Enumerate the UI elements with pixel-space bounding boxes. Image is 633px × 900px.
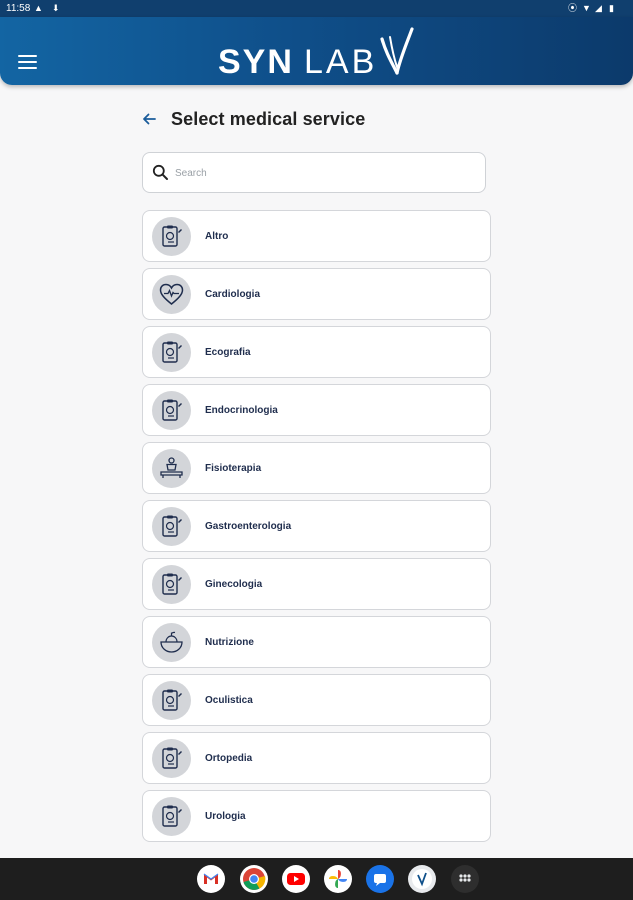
clipboard-icon <box>162 225 182 247</box>
service-label: Ginecologia <box>205 579 263 590</box>
service-item-fisioterapia[interactable]: Fisioterapia <box>142 442 491 494</box>
logo-text-bold: SYN <box>218 43 294 81</box>
signal-icon: ◢ <box>595 3 602 13</box>
service-label: Ortopedia <box>205 753 253 764</box>
location-icon: ⦿ <box>568 3 578 13</box>
download-icon: ⬇ <box>52 3 60 13</box>
app-bar: SYN LAB <box>0 17 633 85</box>
chrome-icon[interactable] <box>240 865 268 893</box>
service-label: Nutrizione <box>205 637 254 648</box>
service-item-oculistica[interactable]: Oculistica <box>142 674 491 726</box>
synlab-app-icon[interactable] <box>408 865 436 893</box>
clipboard-icon <box>162 515 182 537</box>
service-label: Urologia <box>205 811 246 822</box>
alert-triangle-icon: ▲ <box>34 3 43 13</box>
gmail-icon[interactable] <box>197 865 225 893</box>
photos-icon[interactable] <box>324 865 352 893</box>
battery-icon: ▮ <box>609 3 614 13</box>
service-avatar <box>152 681 191 720</box>
service-avatar <box>152 391 191 430</box>
service-avatar <box>152 449 191 488</box>
service-item-altro[interactable]: Altro <box>142 210 491 262</box>
clipboard-icon <box>162 747 182 769</box>
taskbar-dock <box>0 858 633 900</box>
app-drawer-icon[interactable] <box>451 865 479 893</box>
page-title: Select medical service <box>171 109 366 129</box>
service-item-ginecologia[interactable]: Ginecologia <box>142 558 491 610</box>
service-avatar <box>152 739 191 778</box>
service-avatar <box>152 507 191 546</box>
clipboard-icon <box>162 341 182 363</box>
status-bar: 11:58 ▲ ⬇ ⦿ ▼ ◢ ▮ <box>0 0 633 17</box>
heart-icon <box>159 283 184 305</box>
status-time: 11:58 <box>6 3 31 14</box>
service-avatar <box>152 623 191 662</box>
service-label: Gastroenterologia <box>205 521 292 532</box>
synlab-logo: SYN LAB <box>218 27 418 81</box>
service-item-urologia[interactable]: Urologia <box>142 790 491 842</box>
service-item-cardiologia[interactable]: Cardiologia <box>142 268 491 320</box>
nutrition-bowl-icon <box>160 631 183 653</box>
service-avatar <box>152 275 191 314</box>
service-label: Fisioterapia <box>205 463 262 474</box>
back-arrow-icon[interactable] <box>140 110 160 130</box>
logo-text-light: LAB <box>304 43 378 81</box>
service-item-gastroenterologia[interactable]: Gastroenterologia <box>142 500 491 552</box>
clipboard-icon <box>162 805 182 827</box>
service-item-ecografia[interactable]: Ecografia <box>142 326 491 378</box>
clipboard-icon <box>162 573 182 595</box>
physiotherapy-icon <box>160 457 183 478</box>
service-avatar <box>152 333 191 372</box>
messages-icon[interactable] <box>366 865 394 893</box>
search-box[interactable] <box>142 152 486 193</box>
service-label: Ecografia <box>205 347 251 358</box>
youtube-icon[interactable] <box>282 865 310 893</box>
service-avatar <box>152 797 191 836</box>
service-label: Oculistica <box>205 695 253 706</box>
clipboard-icon <box>162 399 182 421</box>
service-avatar <box>152 565 191 604</box>
service-avatar <box>152 217 191 256</box>
search-icon <box>152 164 168 180</box>
service-label: Endocrinologia <box>205 405 278 416</box>
search-input[interactable] <box>175 161 475 185</box>
page-header: Select medical service <box>140 106 500 134</box>
wifi-icon: ▼ <box>582 3 591 13</box>
service-item-nutrizione[interactable]: Nutrizione <box>142 616 491 668</box>
logo-mark-icon <box>380 27 414 75</box>
service-label: Cardiologia <box>205 289 261 300</box>
menu-icon[interactable] <box>18 55 38 71</box>
service-item-ortopedia[interactable]: Ortopedia <box>142 732 491 784</box>
clipboard-icon <box>162 689 182 711</box>
service-label: Altro <box>205 231 229 242</box>
service-item-endocrinologia[interactable]: Endocrinologia <box>142 384 491 436</box>
